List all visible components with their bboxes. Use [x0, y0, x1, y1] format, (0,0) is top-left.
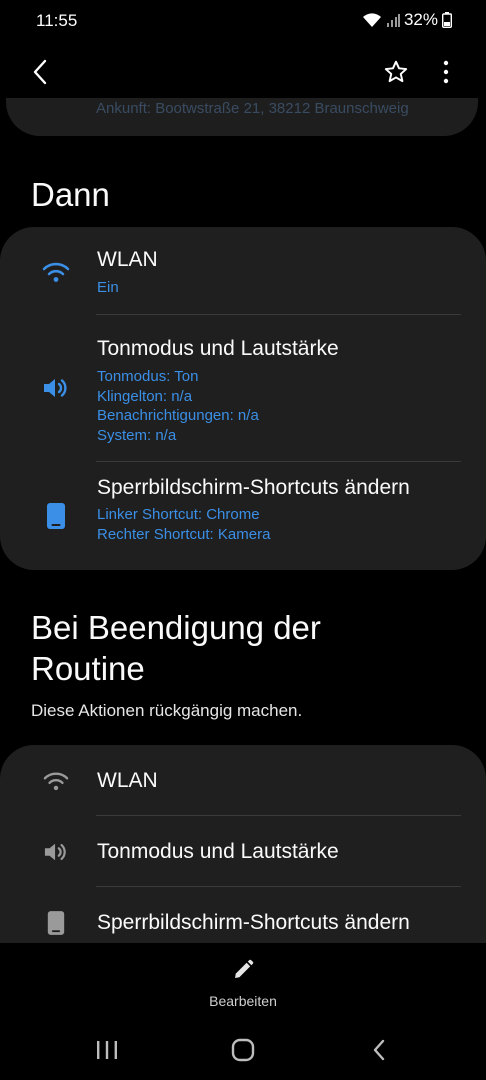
then-section-title: Dann [31, 176, 110, 213]
status-icons: 32% [362, 10, 452, 30]
then-item-title: WLAN [97, 248, 158, 271]
phone-icon [40, 907, 72, 939]
end-section-title-line1: Bei Beendigung der [31, 609, 321, 646]
then-item-detail: Benachrichtigungen: n/a [97, 407, 259, 424]
recent-apps-icon [97, 1041, 117, 1059]
end-item-title: WLAN [97, 769, 158, 792]
wifi-icon [40, 256, 72, 288]
end-item-title: Sperrbildschirm-Shortcuts ändern [97, 911, 410, 934]
then-item-lockscreen[interactable]: Sperrbildschirm-Shortcuts ändern Linker … [0, 462, 486, 570]
more-options-button[interactable] [428, 54, 464, 90]
nav-back-icon [373, 1039, 385, 1061]
star-icon [384, 60, 408, 83]
end-item-sound[interactable]: Tonmodus und Lautstärke [0, 816, 486, 886]
recent-apps-button[interactable] [87, 1034, 127, 1066]
wifi-icon [40, 765, 72, 797]
status-bar: 11:55 32% [0, 0, 486, 42]
pencil-icon [235, 959, 254, 978]
end-item-wlan[interactable]: WLAN [0, 745, 486, 815]
end-section-title: Bei Beendigung der Routine [31, 607, 321, 689]
end-item-title: Tonmodus und Lautstärke [97, 840, 339, 863]
edit-label: Bearbeiten [209, 993, 277, 1009]
back-icon [33, 59, 47, 85]
nav-back-button[interactable] [359, 1034, 399, 1066]
then-item-title: Tonmodus und Lautstärke [97, 337, 339, 360]
end-section-subtitle: Diese Aktionen rückgängig machen. [31, 701, 303, 720]
end-section-title-line2: Routine [31, 650, 145, 687]
app-bar [0, 44, 486, 98]
back-button[interactable] [22, 54, 58, 90]
home-button[interactable] [223, 1034, 263, 1066]
end-item-lockscreen[interactable]: Sperrbildschirm-Shortcuts ändern [0, 887, 486, 943]
previous-card-text: Ankunft: Bootwstraße 21, 38212 Braunschw… [96, 100, 409, 117]
then-item-detail: Tonmodus: Ton [97, 368, 199, 385]
then-actions-card: WLAN Ein Tonmodus und Lautstärke Tonmodu… [0, 227, 486, 570]
then-item-wlan[interactable]: WLAN Ein [0, 227, 486, 315]
volume-icon [40, 372, 72, 404]
edit-button[interactable]: Bearbeiten [193, 958, 293, 1010]
end-actions-card: WLAN Tonmodus und Lautstärke Sperrbildsc… [0, 745, 486, 943]
then-item-detail: Rechter Shortcut: Kamera [97, 525, 271, 543]
previous-card: Ankunft: Bootwstraße 21, 38212 Braunschw… [0, 98, 486, 138]
system-navigation-bar [0, 1020, 486, 1080]
phone-icon [40, 500, 72, 532]
wifi-status-icon [362, 13, 381, 27]
home-icon [231, 1038, 255, 1062]
then-item-detail: Ein [97, 279, 119, 296]
then-item-detail: Klingelton: n/a [97, 387, 193, 405]
signal-icon [386, 14, 400, 27]
more-vertical-icon [443, 60, 449, 84]
status-time: 11:55 [36, 11, 78, 30]
then-item-title: Sperrbildschirm-Shortcuts ändern [97, 476, 410, 499]
then-item-detail: System: n/a [97, 426, 177, 444]
volume-icon [40, 836, 72, 868]
favorite-button[interactable] [378, 54, 414, 90]
battery-icon [442, 12, 452, 28]
battery-percent: 32% [403, 10, 438, 29]
then-item-detail: Linker Shortcut: Chrome [97, 506, 260, 523]
then-item-sound[interactable]: Tonmodus und Lautstärke Tonmodus: Ton Kl… [0, 315, 486, 461]
